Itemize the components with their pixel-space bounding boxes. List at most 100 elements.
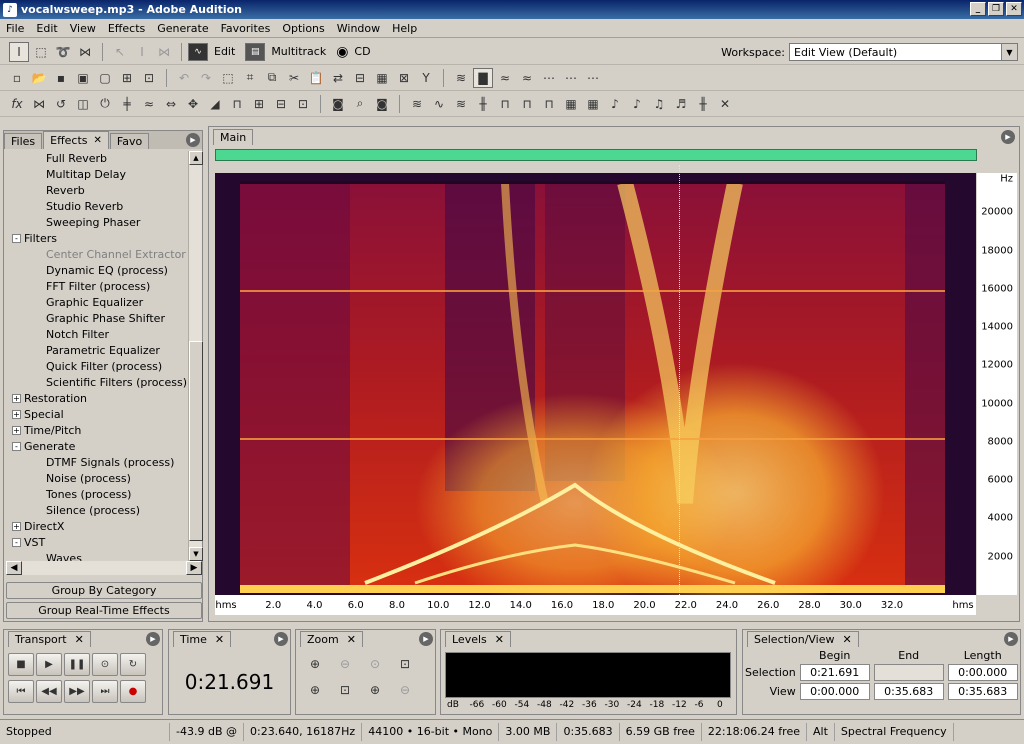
time-ruler[interactable]: hms hms 2.0 4.0 6.0 8.0 10.0 12.0 14.0 16.0 18.0… — [215, 595, 976, 615]
panel-menu-icon[interactable]: ▶ — [419, 632, 433, 646]
tree-item[interactable]: Notch Filter — [6, 327, 188, 343]
move-tool-icon[interactable]: ↖ — [110, 42, 130, 62]
view-end-field[interactable]: 0:35.683 — [873, 683, 944, 700]
bandpass-icon[interactable]: ⊓ — [517, 94, 537, 114]
tree-item[interactable]: Dynamic EQ (process) — [6, 263, 188, 279]
tree-category[interactable]: - Generate — [6, 439, 188, 455]
play-button[interactable]: ▶ — [36, 653, 62, 676]
undo-icon[interactable]: ↶ — [174, 68, 194, 88]
tree-item[interactable]: Graphic Equalizer — [6, 295, 188, 311]
expand-icon[interactable]: + — [12, 410, 21, 419]
save-all-icon[interactable]: ▣ — [73, 68, 93, 88]
tab-zoom[interactable]: Zoom ✕ — [300, 631, 363, 647]
view-settings-icon[interactable]: ⋯ — [583, 68, 603, 88]
tree-item[interactable]: Studio Reverb — [6, 199, 188, 215]
tree-scrollbar[interactable]: ▲ ▼ — [188, 151, 203, 561]
spectral-pan-view-icon[interactable]: ≈ — [495, 68, 515, 88]
open-file-icon[interactable]: 📂 — [29, 68, 49, 88]
time-selection-tool-icon[interactable]: I — [9, 41, 29, 62]
parametric-eq-icon[interactable]: ▦ — [583, 94, 603, 114]
menu-edit[interactable]: Edit — [30, 22, 63, 35]
menu-options[interactable]: Options — [276, 22, 330, 35]
power-icon[interactable]: ⏻ — [95, 94, 115, 114]
phaser-icon[interactable]: ≋ — [451, 94, 471, 114]
filter-curve-icon[interactable]: ∿ — [429, 94, 449, 114]
workspace-dropdown[interactable]: Edit View (Default) ▼ — [789, 43, 1018, 61]
spectrum-icon[interactable]: ≋ — [407, 94, 427, 114]
tree-item[interactable]: Full Reverb — [6, 151, 188, 167]
scroll-down-icon[interactable]: ▼ — [189, 547, 203, 561]
scroll-left-icon[interactable]: ◀ — [6, 561, 22, 575]
tree-item[interactable]: Parametric Equalizer — [6, 343, 188, 359]
overview-bar[interactable] — [215, 149, 977, 161]
panel-menu-icon[interactable]: ▶ — [186, 133, 200, 147]
import-icon[interactable]: ⊡ — [139, 68, 159, 88]
tree-item[interactable]: FFT Filter (process) — [6, 279, 188, 295]
zoom-in-icon[interactable]: ⊕ — [305, 654, 325, 674]
zoom-left-icon[interactable]: ⊕ — [305, 680, 325, 700]
delay-icon[interactable]: ⊡ — [293, 94, 313, 114]
close-icon[interactable]: ✕ — [94, 135, 102, 146]
frequency-analysis-icon[interactable]: ◙ — [372, 94, 392, 114]
expand-icon[interactable]: + — [12, 522, 21, 531]
tree-category[interactable]: + Restoration — [6, 391, 188, 407]
note-icon[interactable]: ♪ — [627, 94, 647, 114]
sweep-icon[interactable]: ╫ — [473, 94, 493, 114]
clip-icon[interactable]: ▦ — [372, 68, 392, 88]
tab-files[interactable]: Files — [4, 133, 43, 149]
expand-icon[interactable]: + — [12, 426, 21, 435]
effects-paintbrush-icon[interactable]: ⋈ — [75, 42, 95, 62]
snap-icon[interactable]: ⊟ — [350, 68, 370, 88]
split-icon[interactable]: ╫ — [693, 94, 713, 114]
group-realtime-effects-button[interactable]: Group Real-Time Effects — [6, 602, 202, 619]
pause-button[interactable]: ❚❚ — [64, 653, 90, 676]
fade-icon[interactable]: ◢ — [205, 94, 225, 114]
view-length-field[interactable]: 0:35.683 — [947, 683, 1018, 700]
normalize-icon[interactable]: ⊟ — [271, 94, 291, 114]
play-to-end-button[interactable]: ⊙ — [92, 653, 118, 676]
selection-end-field[interactable] — [873, 664, 944, 681]
lasso-tool-icon[interactable]: ➰ — [53, 42, 73, 62]
menu-effects[interactable]: Effects — [102, 22, 151, 35]
panel-menu-icon[interactable]: ▶ — [1004, 632, 1018, 646]
selection-begin-field[interactable]: 0:21.691 — [799, 664, 870, 681]
select-all-icon[interactable]: ⬚ — [218, 68, 238, 88]
panel-menu-icon[interactable]: ▶ — [146, 632, 160, 646]
spectral-phase-view-icon[interactable]: ≈ — [517, 68, 537, 88]
pan-icon[interactable]: ✥ — [183, 94, 203, 114]
cut-icon[interactable]: ✂ — [284, 68, 304, 88]
tree-item[interactable]: Center Channel Extractor — [6, 247, 188, 263]
panel-menu-icon[interactable]: ▶ — [274, 632, 288, 646]
tab-levels[interactable]: Levels ✕ — [445, 631, 511, 647]
tab-transport[interactable]: Transport ✕ — [8, 631, 91, 647]
menu-view[interactable]: View — [64, 22, 102, 35]
tree-item[interactable]: DTMF Signals (process) — [6, 455, 188, 471]
music-icon[interactable]: ♬ — [671, 94, 691, 114]
expand-icon[interactable]: + — [12, 394, 21, 403]
save-icon[interactable]: ▪ — [51, 68, 71, 88]
search-icon[interactable]: ⌕ — [350, 94, 370, 114]
zoom-full-icon[interactable]: ⊙ — [365, 654, 385, 674]
tree-item[interactable]: Noise (process) — [6, 471, 188, 487]
analyze-icon[interactable]: ◙ — [328, 94, 348, 114]
zoom-in-vertical-icon[interactable]: ⊕ — [365, 680, 385, 700]
insert-icon[interactable]: ⊞ — [117, 68, 137, 88]
lowpass-icon[interactable]: ⊓ — [539, 94, 559, 114]
tree-item[interactable]: Sweeping Phaser — [6, 215, 188, 231]
menu-favorites[interactable]: Favorites — [215, 22, 277, 35]
group-by-category-button[interactable]: Group By Category — [6, 582, 202, 599]
go-to-start-button[interactable]: ⏮ — [8, 680, 34, 703]
redo-icon[interactable]: ↷ — [196, 68, 216, 88]
gate-icon[interactable]: ⊓ — [227, 94, 247, 114]
waveform-view-icon[interactable]: ≋ — [451, 68, 471, 88]
tab-time[interactable]: Time ✕ — [173, 631, 232, 647]
pitch-icon[interactable]: ♪ — [605, 94, 625, 114]
loop-button[interactable]: ↻ — [120, 653, 146, 676]
tab-favorites[interactable]: Favo — [109, 133, 150, 149]
copy-icon[interactable]: ⧉ — [262, 68, 282, 88]
collapse-icon[interactable]: - — [12, 234, 21, 243]
close-file-icon[interactable]: ▢ — [95, 68, 115, 88]
record-button[interactable]: ● — [120, 680, 146, 703]
fx-icon[interactable]: fx — [7, 94, 27, 114]
envelope-icon[interactable]: ⋈ — [29, 94, 49, 114]
